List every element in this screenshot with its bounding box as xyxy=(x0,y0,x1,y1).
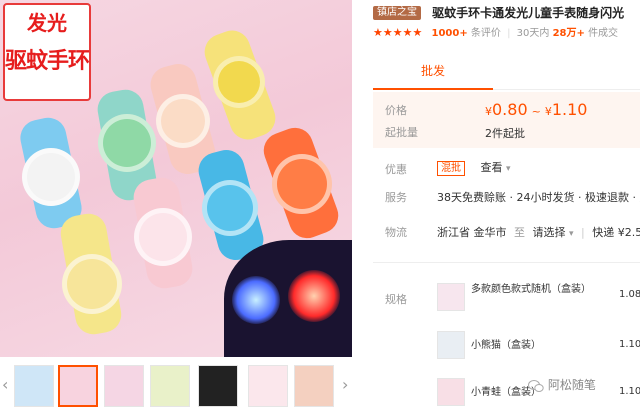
product-main-image[interactable]: 发光 驱蚊手环 xyxy=(0,0,352,357)
watermark-text: 阿松随笔 xyxy=(547,378,596,392)
product-detail-panel: 镇店之宝 驱蚊手环卡通发光儿童手表随身闪光 ★★★★★ 1000+ 条评价 | … xyxy=(365,0,640,413)
price-currency-low: ¥ xyxy=(485,105,492,118)
spec-name: 小熊猫（盒装） xyxy=(471,340,541,351)
thumb-prev-arrow-icon[interactable]: ‹ xyxy=(2,375,8,394)
spec-item[interactable]: 多款颜色款式随机（盒装） 1.08 xyxy=(437,283,640,313)
express-fee: 快递 ¥2.5 xyxy=(592,226,640,239)
price-range: ¥0.80 ~ ¥1.10 xyxy=(485,100,587,119)
price-tilde: ~ xyxy=(531,105,541,118)
price-low: 0.80 xyxy=(492,100,528,119)
sold-count: 28万+ xyxy=(552,28,585,39)
service-value: 38天免费赊账 · 24小时发货 · 极速退款 · 少货 xyxy=(437,191,640,204)
price-high: 1.10 xyxy=(551,100,588,119)
min-order-label: 起批量 xyxy=(385,126,418,139)
service-label: 服务 xyxy=(385,191,407,204)
image-caption-line1: 发光 xyxy=(27,11,67,35)
divider xyxy=(373,262,640,263)
thumbnail-1[interactable] xyxy=(14,365,54,407)
title-row: 镇店之宝 驱蚊手环卡通发光儿童手表随身闪光 xyxy=(373,2,640,20)
logistics-to: 至 xyxy=(514,226,525,239)
logistics-label: 物流 xyxy=(385,226,407,239)
image-caption-line2: 驱蚊手环 xyxy=(5,48,90,74)
min-order-value: 2件起批 xyxy=(485,127,525,140)
purchase-tabs: 批发 xyxy=(373,50,640,90)
thumb-next-arrow-icon[interactable]: › xyxy=(342,375,348,394)
store-badge: 镇店之宝 xyxy=(373,5,421,20)
reviews-label: 条评价 xyxy=(470,28,501,39)
period-label: 30天内 xyxy=(516,28,550,39)
promo-view-link[interactable]: 查看 xyxy=(481,161,503,174)
watch-orange-dino xyxy=(258,122,344,244)
spec-price: 1.08 xyxy=(619,289,640,300)
rating-stars-icon: ★★★★★ xyxy=(373,26,423,39)
destination-select[interactable]: 请选择 ▾ xyxy=(533,224,574,240)
promo-label: 优惠 xyxy=(385,163,407,176)
logistics-origin: 浙江省 金华市 xyxy=(437,226,507,239)
spec-thumbnail xyxy=(437,283,465,311)
thumbnail-4[interactable] xyxy=(150,365,190,407)
product-page: 发光 驱蚊手环 ‹ › 镇店之宝 驱蚊手环卡通发光儿童手表随身闪光 ★★★★★ … xyxy=(0,0,640,413)
thumbnail-2[interactable] xyxy=(58,365,98,407)
promo-row: 混批 查看 ▾ xyxy=(437,159,511,176)
price-label: 价格 xyxy=(385,104,407,117)
spec-price: 1.10 xyxy=(619,386,640,397)
rating-row: ★★★★★ 1000+ 条评价 | 30天内 28万+ 件成交 xyxy=(373,26,619,39)
thumbnail-6[interactable] xyxy=(248,365,288,407)
price-box: 价格 ¥0.80 ~ ¥1.10 起批量 2件起批 xyxy=(373,92,640,148)
watermark: 阿松随笔 xyxy=(528,376,596,393)
promo-tag: 混批 xyxy=(437,161,465,176)
thumbnail-3[interactable] xyxy=(104,365,144,407)
logistics-sep: | xyxy=(581,226,585,239)
spec-label: 规格 xyxy=(385,293,407,306)
reviews-count[interactable]: 1000+ xyxy=(432,28,468,39)
watch-yellow-bear xyxy=(56,210,128,338)
chevron-down-icon: ▾ xyxy=(569,229,574,239)
wechat-icon xyxy=(528,379,544,392)
thumbnail-strip: ‹ › xyxy=(0,357,352,413)
watch-blue-panda xyxy=(14,114,86,232)
sold-label: 件成交 xyxy=(588,28,619,39)
thumbnail-7[interactable] xyxy=(294,365,334,407)
tab-wholesale[interactable]: 批发 xyxy=(373,56,493,90)
spec-thumbnail xyxy=(437,378,465,406)
product-title: 驱蚊手环卡通发光儿童手表随身闪光 xyxy=(432,6,625,20)
watch-blue-dino xyxy=(194,145,268,265)
price-currency-high: ¥ xyxy=(544,105,552,118)
spec-thumbnail xyxy=(437,331,465,359)
chevron-down-icon[interactable]: ▾ xyxy=(506,164,511,174)
thumbnail-5[interactable] xyxy=(198,365,238,407)
spec-item[interactable]: 小熊猫（盒装） 1.10 xyxy=(437,331,640,361)
watch-pink-cat xyxy=(128,174,200,292)
spec-price: 1.10 xyxy=(619,339,640,350)
spec-name: 多款颜色款式随机（盒装） xyxy=(471,284,591,295)
glowing-watches-inset xyxy=(224,240,352,357)
destination-select-label: 请选择 xyxy=(532,226,566,239)
image-caption: 发光 驱蚊手环 xyxy=(3,3,91,101)
logistics-row: 浙江省 金华市 至 请选择 ▾ | 快递 ¥2.5 xyxy=(437,224,640,240)
